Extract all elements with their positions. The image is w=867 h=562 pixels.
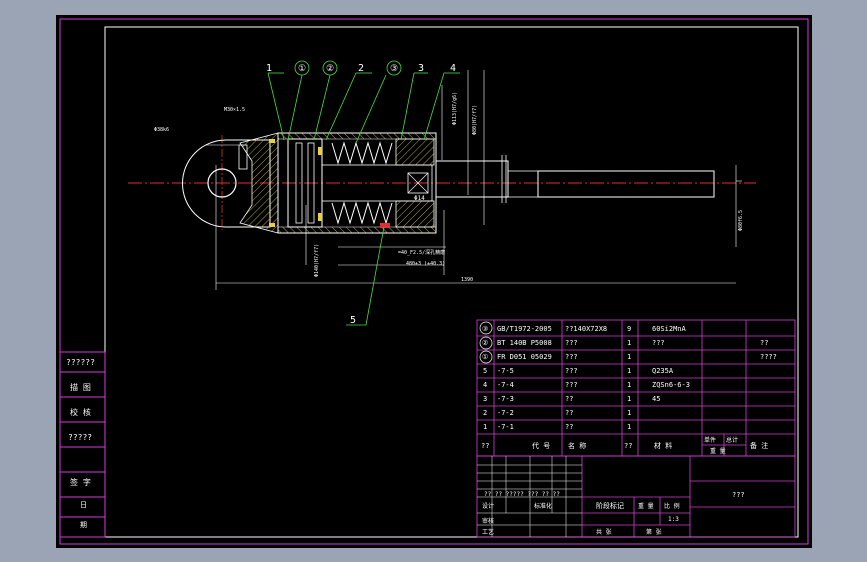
balloon-4: 4 <box>450 63 456 74</box>
bom-cell-code: -7-1 <box>497 423 514 431</box>
check-label: 审核 <box>482 517 494 525</box>
bom-cell-qty: 1 <box>627 339 631 347</box>
bom-cell-material: 45 <box>652 395 660 403</box>
bom-cell-material: ??? <box>652 339 665 347</box>
dim-r2: Φ80(H7/f7) <box>472 105 478 135</box>
sheet-total: 共 张 <box>596 528 612 536</box>
cad-drawing: ?????? 描 图 校 核 ????? 签 字 日 期 1 ① ② 2 ③ 3… <box>59 18 809 545</box>
dim-rod-dia: Φ80f6.5 <box>738 210 744 231</box>
left-item-4: ????? <box>68 433 92 442</box>
bom-cell-name: ??? <box>565 367 578 375</box>
bom-header-c3: 名 称 <box>568 441 586 450</box>
bom-header-c6b: 总计 <box>726 436 738 444</box>
left-item-3: 校 核 <box>70 407 91 417</box>
dimension-lines <box>206 70 742 290</box>
bom-cell-code: BT 140B P5008 <box>497 339 552 347</box>
bom-cell-no: 5 <box>483 367 487 375</box>
bom-cell-material: Q235A <box>652 367 674 375</box>
balloon-circled-3: ③ <box>390 64 398 74</box>
bom-header-c1: ?? <box>481 442 489 450</box>
scale-label: 比 例 <box>664 502 680 510</box>
bom-cell-qty: 1 <box>627 423 631 431</box>
dim-text-1: =40_F2.5/深孔精磨 <box>398 249 445 256</box>
bom-cell-note: ?? <box>760 339 768 347</box>
scale-value: 1:3 <box>668 516 679 523</box>
dim-l1: Φ140(H7/f7) <box>314 244 320 277</box>
balloon-2: 2 <box>358 63 364 74</box>
disc-spring-top <box>331 141 393 165</box>
balloon-5: 5 <box>350 315 356 326</box>
bom-header-c6a: 单件 <box>704 436 716 444</box>
dim-r1: Φ113(H7/g6) <box>452 92 458 125</box>
bom-cell-material: 60Si2MnA <box>652 325 687 333</box>
left-item-2: 描 图 <box>70 382 91 392</box>
dim-left-dia: Φ38k6 <box>154 127 169 133</box>
bom-cell-qty: 1 <box>627 367 631 375</box>
left-item-7: 期 <box>80 521 87 529</box>
weight-label: 重 量 <box>638 502 654 510</box>
left-column <box>59 351 106 538</box>
bom-cell-name: ??140X72X8 <box>565 325 607 333</box>
bom-cell-qty: 1 <box>627 381 631 389</box>
dim-thread: M30×1.5 <box>224 107 245 113</box>
left-item-5: 签 字 <box>70 477 91 487</box>
bom-cell-name: ??? <box>565 381 578 389</box>
bom-header-c4: ?? <box>624 442 632 450</box>
bom-cell-no: ③ <box>482 325 488 333</box>
standard-label: 标准化 <box>534 502 552 510</box>
bom-header-c6c: 重 量 <box>710 447 726 455</box>
piston-rod <box>435 160 509 198</box>
bom-cell-qty: 1 <box>627 409 631 417</box>
balloon-3: 3 <box>418 63 424 74</box>
dim-text-2: 480±3 (±40.3) <box>406 261 445 267</box>
bom-header-c7: 备 注 <box>750 441 768 450</box>
bom-cell-code: GB/T1972-2005 <box>497 325 552 333</box>
balloon-1: 1 <box>266 63 272 74</box>
disc-spring-bottom <box>331 201 393 225</box>
bom-cell-material: ZQSn6-6-3 <box>652 381 690 389</box>
bom-cell-name: ?? <box>565 395 573 403</box>
bom-cell-qty: 1 <box>627 395 631 403</box>
left-item-6: 日 <box>80 501 87 509</box>
balloon-circled-1: ① <box>298 64 306 74</box>
bom-header-c2: 代 号 <box>532 441 550 450</box>
title-row-labels: ?? ?? ????? ??? ?? ?? <box>484 491 560 498</box>
leader-lines <box>267 72 460 326</box>
bom-cell-code: -7-5 <box>497 367 514 375</box>
outer-frame <box>59 18 809 545</box>
bom-cell-qty: 9 <box>627 325 631 333</box>
bom-cell-note: ???? <box>760 353 777 361</box>
dim-text-3: 1390 <box>461 277 473 283</box>
sheet-page: 第 张 <box>646 528 662 536</box>
bom-cell-name: ??? <box>565 353 578 361</box>
bom-cell-code: -7-2 <box>497 409 514 417</box>
drawing-name: ??? <box>732 491 745 499</box>
bom-cell-name: ??? <box>565 339 578 347</box>
bom-cell-qty: 1 <box>627 353 631 361</box>
bom-header-c5: 材 料 <box>654 441 672 450</box>
left-item-1: ?????? <box>66 358 95 367</box>
bom-cell-code: -7-4 <box>497 381 514 389</box>
bom-cell-no: 2 <box>483 409 487 417</box>
bom-cell-name: ?? <box>565 423 573 431</box>
bom-cell-code: FR D051 05029 <box>497 353 552 361</box>
bom-cell-no: 4 <box>483 381 487 389</box>
craft-label: 工艺 <box>482 528 494 536</box>
gland <box>395 138 435 166</box>
dim-small-dia: Φ14 <box>414 195 425 202</box>
bom-cell-no: ② <box>482 339 488 347</box>
bom-cell-no: ① <box>482 353 488 361</box>
bom-cell-code: -7-3 <box>497 395 514 403</box>
balloon-circled-2: ② <box>326 64 334 74</box>
bom-cell-no: 1 <box>483 423 487 431</box>
design-label: 设计 <box>482 502 494 510</box>
drawing-sheet: ?????? 描 图 校 核 ????? 签 字 日 期 1 ① ② 2 ③ 3… <box>56 15 812 548</box>
bom-cell-no: 3 <box>483 395 487 403</box>
bom-cell-name: ?? <box>565 409 573 417</box>
stage-mark: 阶段标记 <box>596 501 624 510</box>
